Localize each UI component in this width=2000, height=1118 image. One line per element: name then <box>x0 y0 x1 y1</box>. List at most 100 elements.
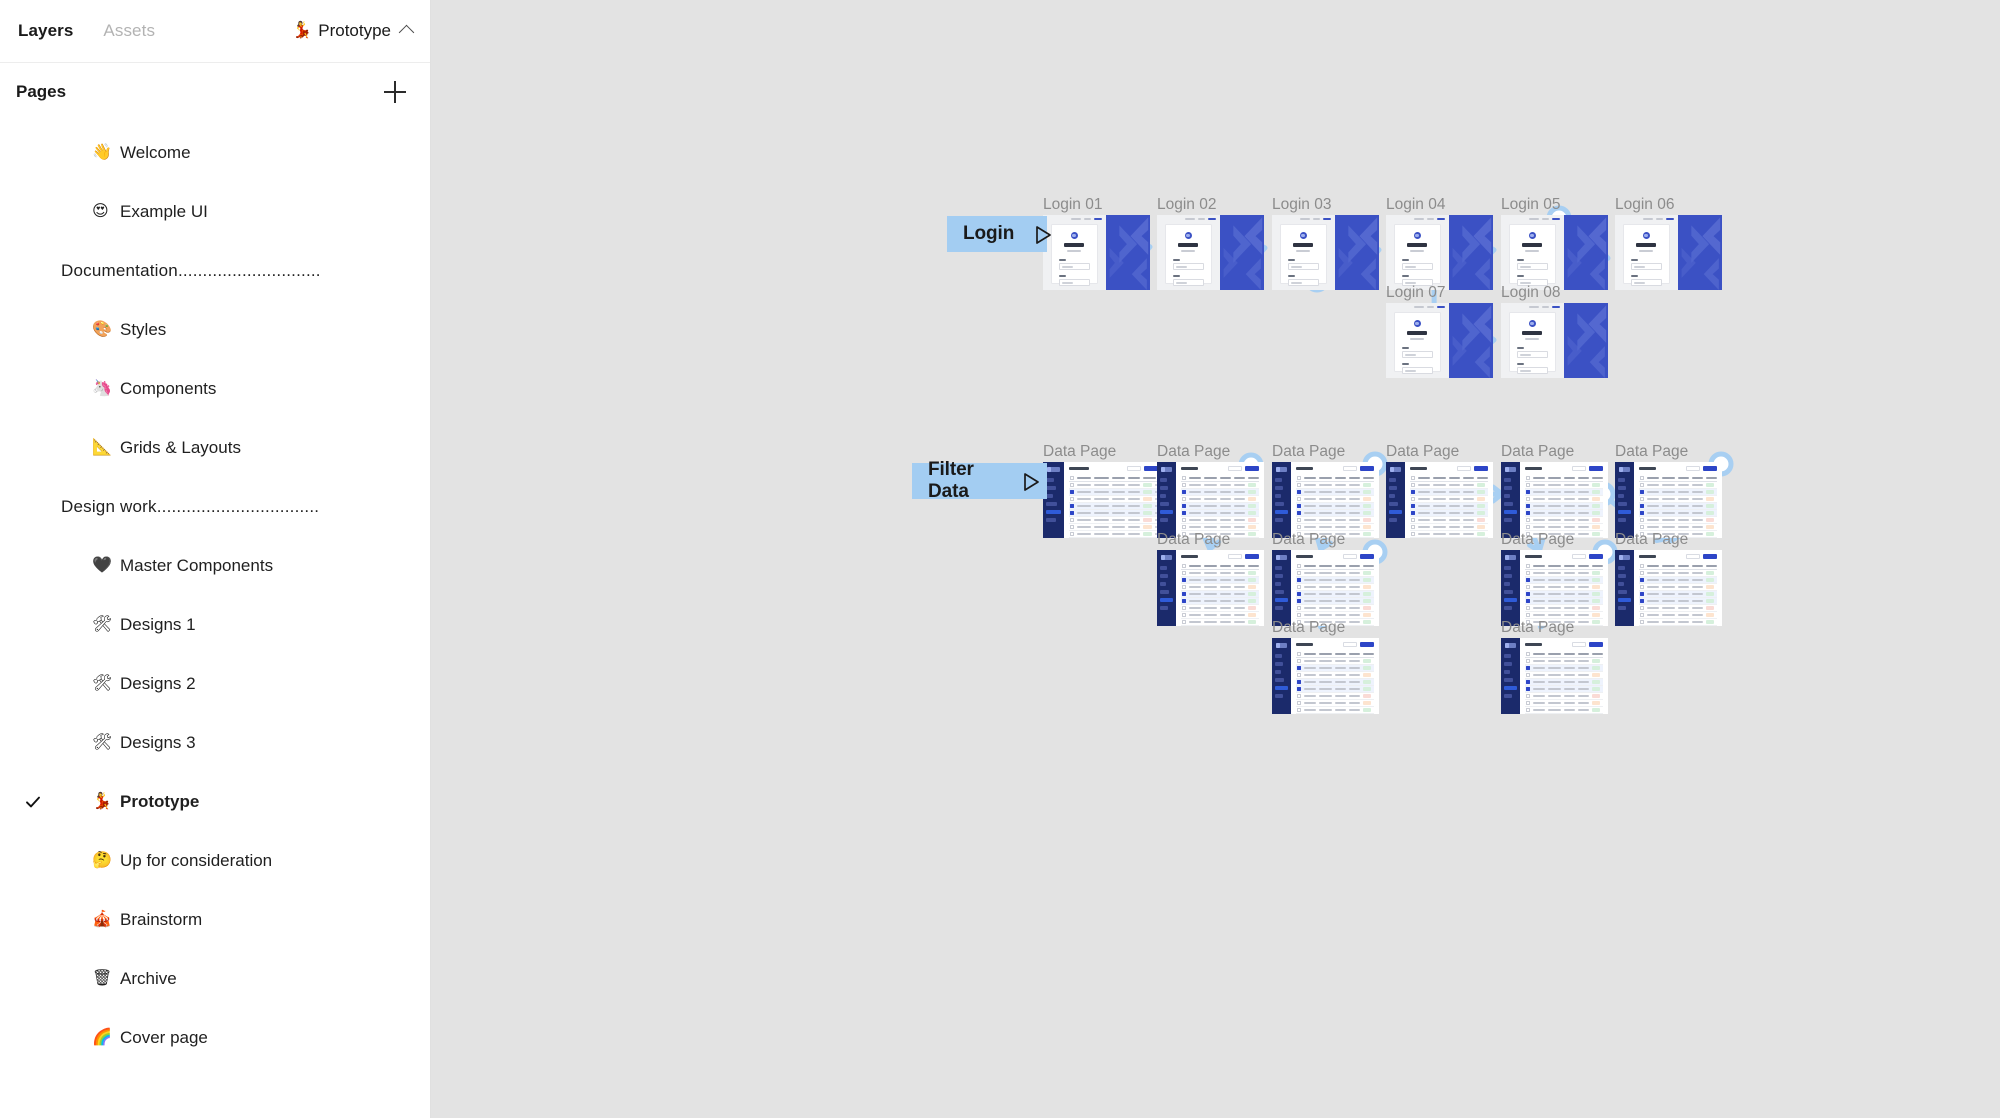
row-checkbox[interactable] <box>1525 659 1530 663</box>
nav-item[interactable] <box>1389 502 1399 506</box>
nav-item[interactable] <box>1504 654 1511 658</box>
table-row[interactable] <box>1638 570 1717 577</box>
row-checkbox[interactable] <box>1296 592 1301 596</box>
nav-item[interactable] <box>1275 478 1282 482</box>
column-header[interactable] <box>1705 476 1718 480</box>
nav-item[interactable] <box>1504 670 1510 674</box>
column-header[interactable] <box>1705 564 1718 568</box>
row-checkbox[interactable] <box>1639 599 1644 603</box>
nav-item[interactable] <box>1160 518 1169 522</box>
table-row[interactable] <box>1524 482 1603 489</box>
primary-button[interactable] <box>1589 554 1603 559</box>
tab-layers[interactable]: Layers <box>16 17 75 45</box>
table-row[interactable] <box>1524 693 1603 700</box>
column-header[interactable] <box>1362 476 1375 480</box>
table-row[interactable] <box>1524 503 1603 510</box>
table-row[interactable] <box>1638 598 1717 605</box>
column-header[interactable] <box>1578 564 1589 568</box>
table-row[interactable] <box>1295 577 1374 584</box>
primary-button[interactable] <box>1474 466 1488 471</box>
nav-item[interactable] <box>1046 502 1057 506</box>
nav-item[interactable] <box>1275 662 1284 666</box>
nav-item[interactable] <box>1504 574 1513 578</box>
frame-label[interactable]: Data Page <box>1157 443 1230 461</box>
row-checkbox[interactable] <box>1525 483 1530 487</box>
sidebar-item-components[interactable]: 🦄 Components <box>0 359 430 418</box>
column-header[interactable] <box>1563 652 1576 656</box>
nav-item[interactable] <box>1618 582 1624 586</box>
canvas-frame[interactable] <box>1386 303 1493 378</box>
sidebar-item-archive[interactable]: 🗑 Archive <box>0 949 430 1008</box>
row-checkbox[interactable] <box>1639 497 1644 501</box>
table-row[interactable] <box>1180 584 1259 591</box>
primary-button[interactable] <box>1703 466 1717 471</box>
frame-label[interactable]: Login 03 <box>1272 196 1331 214</box>
table-row[interactable] <box>1295 584 1374 591</box>
nav-item[interactable] <box>1160 582 1166 586</box>
select-all-checkbox[interactable] <box>1525 652 1530 656</box>
column-header[interactable] <box>1563 564 1576 568</box>
secondary-button[interactable] <box>1686 554 1700 559</box>
row-checkbox[interactable] <box>1296 525 1301 529</box>
nav-item[interactable] <box>1618 518 1627 522</box>
row-checkbox[interactable] <box>1525 606 1530 610</box>
table-row[interactable] <box>1638 619 1717 626</box>
canvas-frame[interactable] <box>1272 215 1379 290</box>
column-header[interactable] <box>1111 476 1125 480</box>
nav-item[interactable] <box>1275 590 1285 594</box>
row-checkbox[interactable] <box>1181 620 1186 624</box>
row-checkbox[interactable] <box>1181 606 1186 610</box>
nav-item[interactable] <box>1618 606 1627 610</box>
email-field[interactable] <box>1401 263 1433 270</box>
row-checkbox[interactable] <box>1070 483 1074 487</box>
row-checkbox[interactable] <box>1296 585 1301 589</box>
column-header[interactable] <box>1127 476 1140 480</box>
column-header[interactable] <box>1677 476 1690 480</box>
nav-item[interactable] <box>1275 670 1281 674</box>
column-header[interactable] <box>1334 564 1347 568</box>
table-row[interactable] <box>1180 496 1259 503</box>
table-row[interactable] <box>1069 531 1158 538</box>
column-header[interactable] <box>1547 652 1561 656</box>
primary-button[interactable] <box>1245 554 1259 559</box>
table-row[interactable] <box>1638 605 1717 612</box>
row-checkbox[interactable] <box>1070 518 1074 522</box>
table-row[interactable] <box>1524 591 1603 598</box>
table-row[interactable] <box>1638 517 1717 524</box>
row-checkbox[interactable] <box>1525 585 1530 589</box>
nav-item[interactable] <box>1618 494 1624 498</box>
frame-label[interactable]: Data Page <box>1386 443 1459 461</box>
nav-item[interactable] <box>1160 566 1167 570</box>
table-row[interactable] <box>1180 605 1259 612</box>
column-header[interactable] <box>1591 476 1604 480</box>
nav-item[interactable] <box>1389 486 1398 490</box>
table-row[interactable] <box>1180 510 1259 517</box>
table-row[interactable] <box>1295 693 1374 700</box>
frame-label[interactable]: Data Page <box>1501 531 1574 549</box>
row-checkbox[interactable] <box>1181 497 1186 501</box>
row-checkbox[interactable] <box>1639 571 1644 575</box>
row-checkbox[interactable] <box>1296 687 1301 691</box>
row-checkbox[interactable] <box>1525 592 1530 596</box>
column-header[interactable] <box>1476 476 1489 480</box>
canvas-frame[interactable] <box>1043 215 1150 290</box>
email-field[interactable] <box>1058 263 1090 270</box>
nav-item[interactable] <box>1160 494 1166 498</box>
nav-item[interactable] <box>1504 686 1517 690</box>
row-checkbox[interactable] <box>1181 483 1186 487</box>
table-row[interactable] <box>1180 489 1259 496</box>
table-row[interactable] <box>1180 591 1259 598</box>
row-checkbox[interactable] <box>1070 497 1074 501</box>
frame-label[interactable]: Login 02 <box>1157 196 1216 214</box>
table-row[interactable] <box>1524 665 1603 672</box>
canvas-frame[interactable] <box>1501 215 1608 290</box>
email-field[interactable] <box>1516 351 1548 358</box>
sidebar-item-master-components[interactable]: 🖤 Master Components <box>0 536 430 595</box>
password-field[interactable] <box>1287 279 1319 286</box>
column-header[interactable] <box>1349 652 1360 656</box>
table-row[interactable] <box>1295 665 1374 672</box>
table-row[interactable] <box>1295 598 1374 605</box>
table-row[interactable] <box>1638 503 1717 510</box>
row-checkbox[interactable] <box>1296 571 1301 575</box>
row-checkbox[interactable] <box>1296 613 1301 617</box>
